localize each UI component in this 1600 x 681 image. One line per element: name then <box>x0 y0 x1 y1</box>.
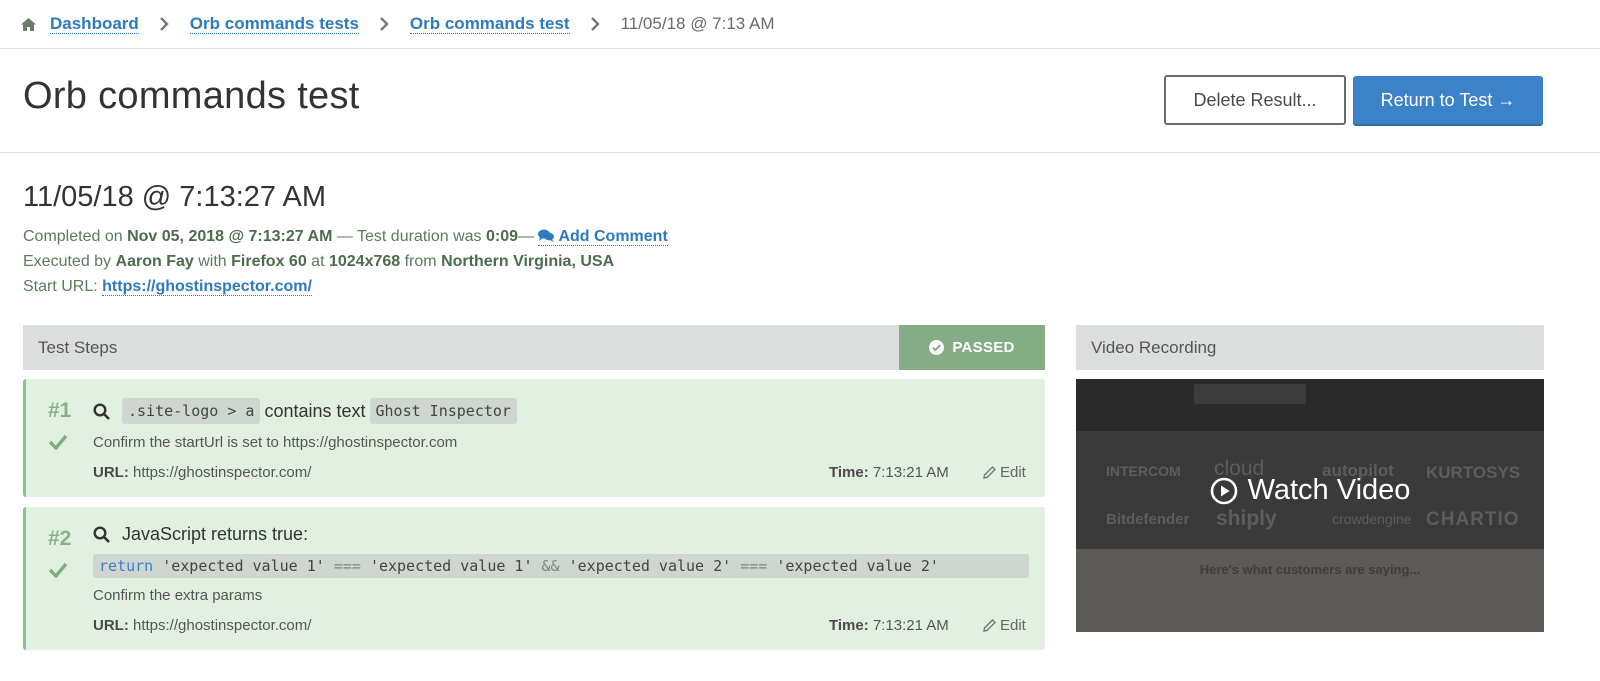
breadcrumb: Dashboard Orb commands tests Orb command… <box>0 0 1600 49</box>
thumbnail-logo: shiply <box>1216 507 1277 530</box>
test-steps-title: Test Steps <box>38 337 118 357</box>
executed-info: Executed by Aaron Fay with Firefox 60 at… <box>23 253 614 271</box>
watch-video-label: Watch Video <box>1247 474 1411 506</box>
step-code: return 'expected value 1' === 'expected … <box>93 554 1029 578</box>
step-time: Time: 7:13:21 AM <box>829 617 949 634</box>
code-operator: === <box>740 557 768 575</box>
breadcrumb-test[interactable]: Orb commands test <box>409 14 570 34</box>
step-time: Time: 7:13:21 AM <box>829 464 949 481</box>
test-step: #2 JavaScript returns true: return 'expe… <box>23 507 1045 650</box>
step-number: #2 <box>48 527 72 550</box>
pencil-icon <box>983 466 996 479</box>
pencil-icon <box>983 619 996 632</box>
duration-value: 0:09 <box>485 228 518 245</box>
executed-user: Aaron Fay <box>115 253 194 270</box>
step-url-value: https://ghostinspector.com/ <box>133 617 312 634</box>
step-url: URL: https://ghostinspector.com/ <box>93 464 311 481</box>
thumbnail-logo: crowdengine <box>1332 511 1412 527</box>
step-edit-label: Edit <box>1000 464 1026 481</box>
step-title-text: JavaScript returns true: <box>122 524 309 544</box>
test-step: #1 .site-logo > a contains text Ghost In… <box>23 379 1045 497</box>
add-comment-link[interactable]: Add Comment <box>538 228 668 246</box>
watch-video-button[interactable]: Watch Video <box>1076 474 1544 507</box>
video-frame-button <box>1194 384 1306 404</box>
page-header: Orb commands test Delete Result... Retur… <box>0 49 1600 153</box>
step-number: #1 <box>48 399 72 422</box>
thumbnail-logo: Bitdefender <box>1106 511 1190 528</box>
search-icon <box>93 402 110 420</box>
code-string: 'expected value 2' <box>776 557 939 575</box>
check-icon <box>48 434 68 450</box>
step-time-value: 7:13:21 AM <box>872 464 949 481</box>
executed-at: at <box>311 253 325 270</box>
breadcrumb-current: 11/05/18 @ 7:13 AM <box>620 14 775 33</box>
step-condition: contains text <box>264 400 366 421</box>
step-url-label: URL: <box>93 617 129 634</box>
completed-at: Nov 05, 2018 @ 7:13:27 AM <box>127 228 333 245</box>
step-title: JavaScript returns true: <box>93 524 308 545</box>
code-operator: === <box>333 557 361 575</box>
thumbnail-logo: CHARTIO <box>1426 509 1520 530</box>
thumbnail-heading: Here's what customers are saying... <box>1199 562 1421 577</box>
step-time-value: 7:13:21 AM <box>872 617 949 634</box>
chevron-right-icon <box>380 17 389 31</box>
executed-resolution: 1024x768 <box>328 253 401 270</box>
start-url-label: Start URL: <box>23 278 98 295</box>
step-time-label: Time: <box>829 617 869 634</box>
executed-location: Northern Virginia, USA <box>441 253 615 270</box>
step-title: .site-logo > a contains text Ghost Inspe… <box>93 398 517 424</box>
executed-browser: Firefox 60 <box>231 253 307 270</box>
status-badge: PASSED <box>899 325 1045 370</box>
duration-suffix: — <box>518 228 534 245</box>
step-edit-link[interactable]: Edit <box>983 464 1026 481</box>
chevron-right-icon <box>159 17 169 31</box>
status-label: PASSED <box>952 339 1015 356</box>
start-url-link[interactable]: https://ghostinspector.com/ <box>102 278 312 296</box>
step-description: Confirm the startUrl is set to https://g… <box>93 434 458 451</box>
code-keyword: return <box>99 557 154 575</box>
executed-prefix: Executed by <box>23 253 112 270</box>
step-url-label: URL: <box>93 464 129 481</box>
executed-from: from <box>404 253 437 270</box>
step-selector: .site-logo > a <box>122 398 261 424</box>
breadcrumb-dashboard[interactable]: Dashboard <box>50 14 139 34</box>
check-icon <box>48 562 68 578</box>
delete-result-button[interactable]: Delete Result... <box>1164 75 1346 125</box>
video-frame-top <box>1076 379 1544 431</box>
chevron-right-icon <box>590 17 600 31</box>
return-to-test-button[interactable]: Return to Test → <box>1353 76 1543 124</box>
page-title: Orb commands test <box>23 75 360 117</box>
step-url: URL: https://ghostinspector.com/ <box>93 617 311 634</box>
video-recording-header: Video Recording <box>1076 325 1544 370</box>
test-steps-header: Test Steps <box>23 325 900 370</box>
check-circle-icon <box>929 340 945 355</box>
comments-icon <box>538 229 555 242</box>
step-time-label: Time: <box>829 464 869 481</box>
code-string: 'expected value 2' <box>568 557 732 575</box>
step-value: Ghost Inspector <box>369 398 517 424</box>
code-operator: && <box>541 557 560 575</box>
executed-with: with <box>198 253 227 270</box>
duration-prefix: — Test duration was <box>332 228 482 245</box>
code-string: 'expected value 1' <box>369 557 533 575</box>
completed-info: Completed on Nov 05, 2018 @ 7:13:27 AM —… <box>23 228 668 246</box>
play-circle-icon <box>1210 477 1237 504</box>
breadcrumb-suite[interactable]: Orb commands tests <box>189 14 359 34</box>
completed-prefix: Completed on <box>23 228 123 245</box>
add-comment-label: Add Comment <box>558 228 668 245</box>
code-string: 'expected value 1' <box>162 557 325 575</box>
start-url-info: Start URL: https://ghostinspector.com/ <box>23 278 312 296</box>
search-icon <box>93 526 110 543</box>
step-url-value: https://ghostinspector.com/ <box>133 464 312 481</box>
step-description: Confirm the extra params <box>93 587 263 604</box>
home-icon[interactable] <box>20 17 37 32</box>
video-thumbnail[interactable]: INTERCOM cloud autopilot KURTOSYS Bitdef… <box>1076 379 1544 632</box>
step-edit-link[interactable]: Edit <box>983 617 1026 634</box>
video-recording-title: Video Recording <box>1091 337 1217 357</box>
step-edit-label: Edit <box>1000 617 1026 634</box>
result-title: 11/05/18 @ 7:13:27 AM <box>23 181 326 213</box>
